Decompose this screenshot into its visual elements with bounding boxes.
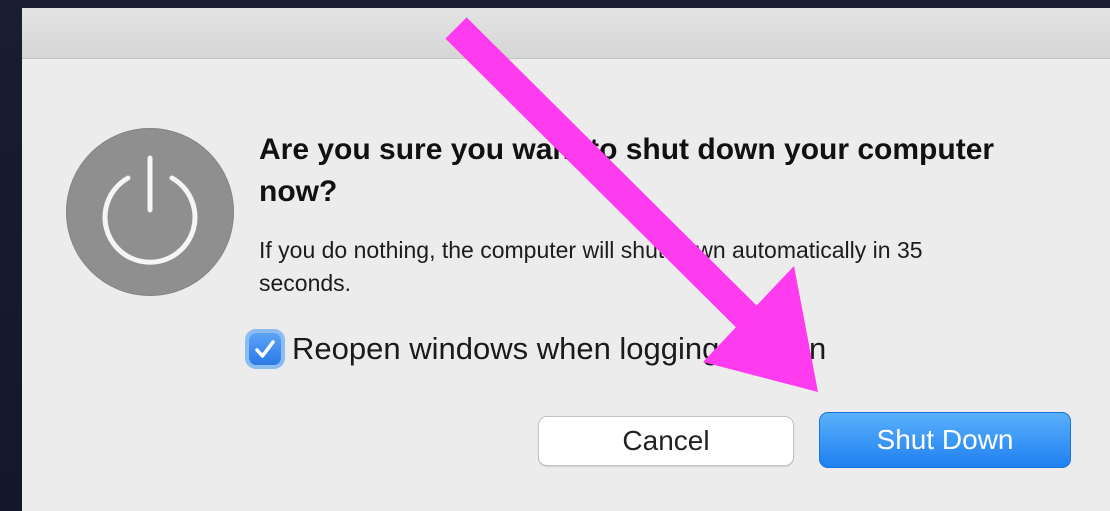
cancel-button[interactable]: Cancel [538,416,794,466]
dialog-titlebar [22,8,1110,59]
power-icon [66,128,234,296]
shutdown-dialog: Are you sure you want to shut down your … [22,8,1110,511]
checkmark-icon [255,340,275,358]
dialog-headline: Are you sure you want to shut down your … [259,133,995,208]
cancel-button-label: Cancel [622,425,710,456]
dialog-detail: If you do nothing, the computer will shu… [259,237,923,296]
reopen-windows-checkbox[interactable] [249,333,281,365]
reopen-windows-option[interactable]: Reopen windows when logging back in [249,326,826,372]
shut-down-button-label: Shut Down [876,424,1014,455]
shut-down-button[interactable]: Shut Down [819,412,1071,468]
reopen-windows-label: Reopen windows when logging back in [292,331,827,366]
